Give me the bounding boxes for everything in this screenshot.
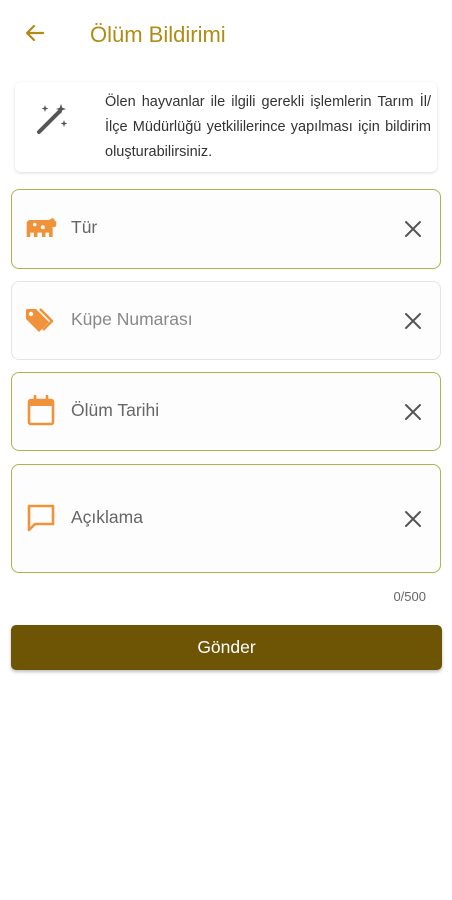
arrow-left-icon xyxy=(23,21,47,50)
description-field[interactable]: Açıklama xyxy=(11,464,441,573)
app-header: Ölüm Bildirimi xyxy=(0,0,452,70)
description-label: Açıklama xyxy=(71,507,143,527)
calendar-icon xyxy=(24,395,58,426)
character-counter: 0/500 xyxy=(393,589,426,604)
submit-button[interactable]: Gönder xyxy=(11,625,442,670)
death-date-label: Ölüm Tarihi xyxy=(71,400,160,420)
close-icon[interactable] xyxy=(400,506,426,532)
tag-icon xyxy=(24,306,58,336)
info-text: Ölen hayvanlar ile ilgili gerekli işleml… xyxy=(105,94,431,160)
magic-wand-icon xyxy=(35,102,69,136)
comment-icon xyxy=(24,503,58,533)
species-label: Tür xyxy=(71,217,98,237)
close-icon[interactable] xyxy=(400,399,426,425)
species-field[interactable]: Tür xyxy=(11,189,441,269)
back-button[interactable] xyxy=(20,20,50,50)
ear-tag-number-label: Küpe Numarası xyxy=(71,309,193,329)
ear-tag-number-field[interactable]: Küpe Numarası xyxy=(11,281,441,360)
cow-icon xyxy=(24,214,58,244)
close-icon[interactable] xyxy=(400,216,426,242)
close-icon[interactable] xyxy=(400,308,426,334)
page-title: Ölüm Bildirimi xyxy=(90,22,226,47)
info-card: Ölen hayvanlar ile ilgili gerekli işleml… xyxy=(15,82,437,172)
death-date-field[interactable]: Ölüm Tarihi xyxy=(11,372,441,451)
